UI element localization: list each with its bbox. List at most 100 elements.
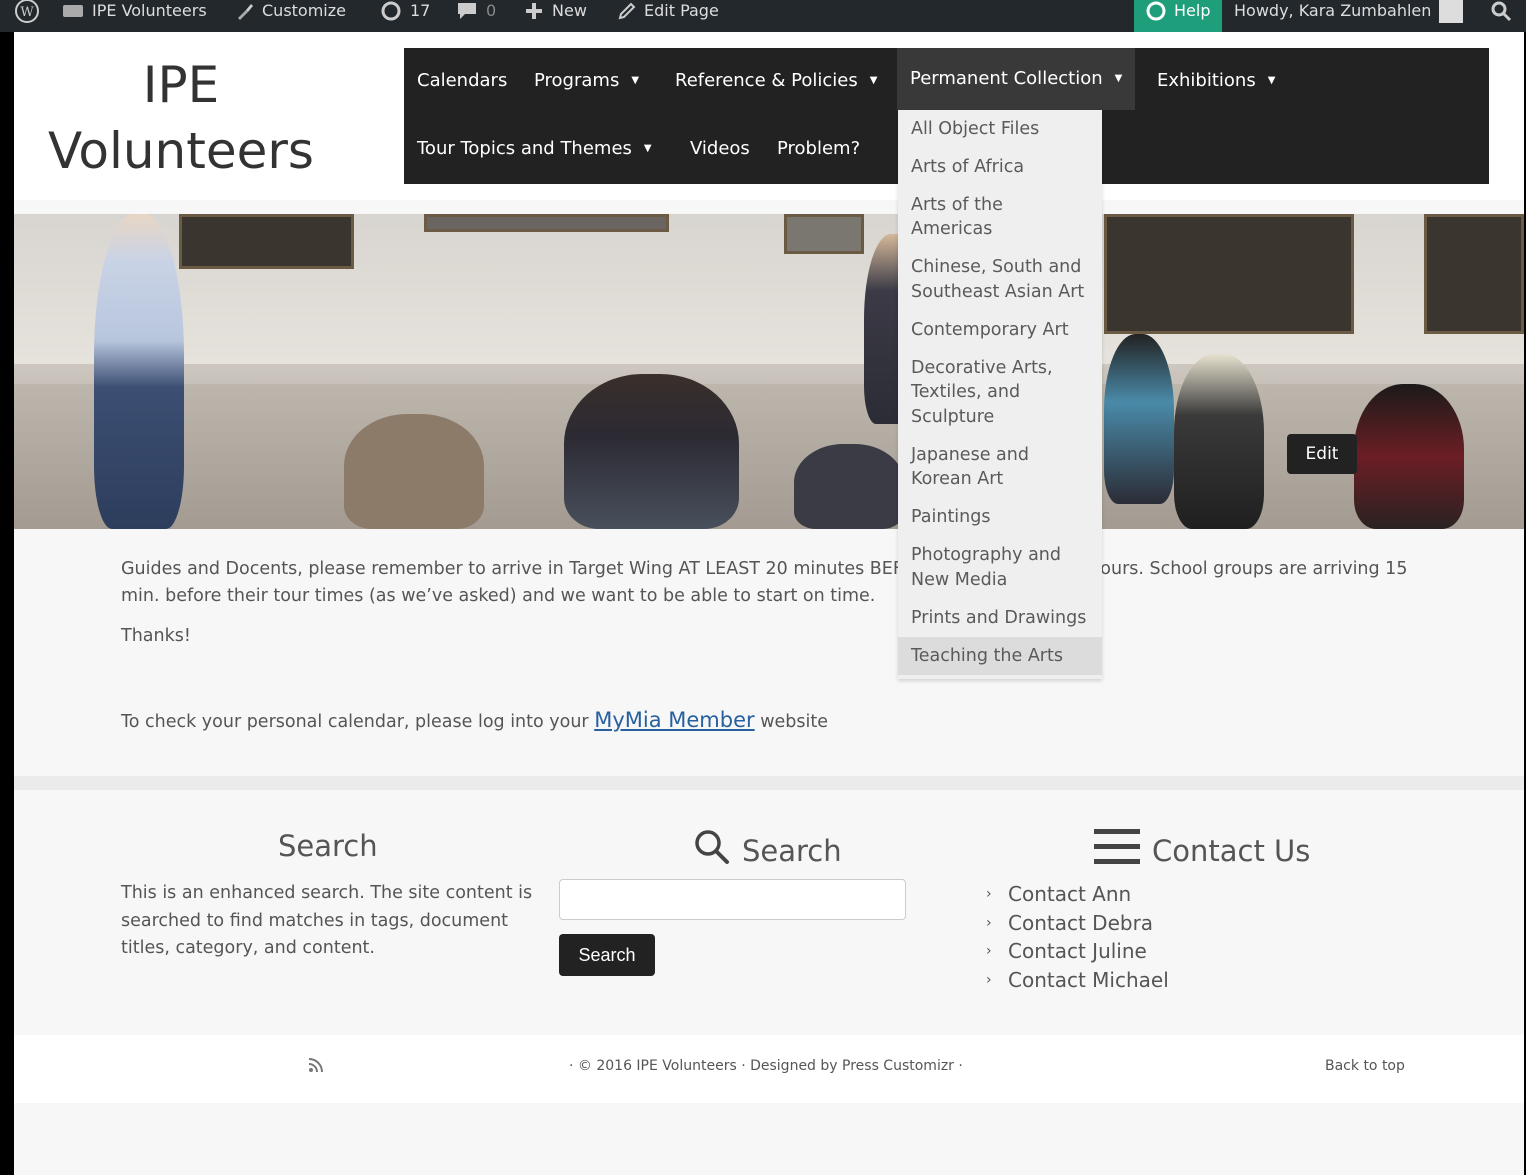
mymia-member-link[interactable]: MyMia Member	[594, 708, 754, 732]
nav-tour-topics-label: Tour Topics and Themes	[417, 138, 632, 159]
footer-credits: · © 2016 IPE Volunteers · Designed by Pr…	[569, 1058, 963, 1074]
dropdown-item-paintings[interactable]: Paintings	[898, 499, 1102, 537]
artwork	[179, 214, 354, 269]
contact-us-title-label: Contact Us	[1152, 833, 1311, 868]
dropdown-item-teaching-the-arts[interactable]: Teaching the Arts	[898, 637, 1102, 675]
pencil-icon	[618, 2, 636, 20]
admin-customize-label: Customize	[262, 1, 346, 20]
search-icon	[694, 829, 730, 872]
colophon: · © 2016 IPE Volunteers · Designed by Pr…	[14, 1035, 1524, 1103]
search-description: This is an enhanced search. The site con…	[121, 883, 533, 958]
contact-us-title: Contact Us	[1094, 829, 1310, 872]
admin-account[interactable]: Howdy, Kara Zumbahlen	[1234, 0, 1464, 32]
seated-visitor	[344, 414, 484, 529]
contact-list: › Contact Ann › Contact Debra › Contact Jul…	[986, 880, 1169, 995]
list-item[interactable]: › Contact Michael	[986, 966, 1169, 995]
page: IPE Volunteers Calendars Programs ▼ Refer…	[14, 32, 1524, 1175]
search-widget-title-label: Search	[742, 833, 842, 868]
contact-link[interactable]: Contact Debra	[1008, 909, 1153, 938]
calendar-prefix: To check your personal calendar, please …	[121, 712, 595, 732]
contact-link[interactable]: Contact Ann	[1008, 880, 1131, 909]
plus-icon	[524, 1, 544, 21]
admin-howdy-label: Howdy, Kara Zumbahlen	[1234, 1, 1432, 20]
caret-down-icon: ▼	[1267, 75, 1276, 86]
menu-icon	[1094, 829, 1140, 872]
admin-comments-count: 0	[486, 1, 497, 20]
dropdown-item-contemporary-art[interactable]: Contemporary Art	[898, 311, 1102, 349]
nav-calendars[interactable]: Calendars	[404, 50, 520, 112]
list-item[interactable]: › Contact Debra	[986, 909, 1169, 938]
edit-image-button[interactable]: Edit	[1287, 434, 1357, 474]
nav-videos[interactable]: Videos	[677, 118, 763, 180]
nav-permanent-collection-label: Permanent Collection	[910, 68, 1103, 89]
site-title[interactable]: IPE Volunteers	[36, 52, 326, 184]
list-item[interactable]: › Contact Ann	[986, 880, 1169, 909]
chevron-right-icon: ›	[986, 943, 992, 960]
main-content: Guides and Docents, please remember to a…	[121, 556, 1411, 736]
comment-icon	[456, 1, 478, 21]
chevron-right-icon: ›	[986, 886, 992, 902]
footer-separator	[14, 776, 1524, 790]
dropdown-item-arts-of-africa[interactable]: Arts of Africa	[898, 148, 1102, 186]
list-item[interactable]: › Contact Juline	[986, 937, 1169, 966]
svg-text:W: W	[20, 5, 34, 20]
contact-link[interactable]: Contact Juline	[1008, 937, 1147, 966]
nav-permanent-collection[interactable]: Permanent Collection ▼	[897, 48, 1136, 110]
nav-reference-policies[interactable]: Reference & Policies ▼	[662, 50, 890, 112]
admin-new[interactable]: New	[524, 0, 587, 32]
help-icon	[1146, 1, 1166, 21]
admin-comments[interactable]: 0	[456, 0, 496, 32]
artwork	[1424, 214, 1524, 334]
nav-exhibitions-label: Exhibitions	[1157, 70, 1256, 91]
nav-problem[interactable]: Problem?	[764, 118, 873, 180]
standing-guide	[94, 214, 184, 529]
dropdown-item-prints-drawings[interactable]: Prints and Drawings	[898, 599, 1102, 637]
contact-link[interactable]: Contact Michael	[1008, 966, 1169, 995]
site-title-line1: IPE	[142, 56, 220, 114]
nav-programs-label: Programs	[534, 70, 620, 91]
admin-search-icon[interactable]	[1490, 0, 1512, 32]
search-widget-title: Search	[694, 829, 842, 872]
nav-exhibitions[interactable]: Exhibitions ▼	[1144, 50, 1288, 112]
nav-videos-label: Videos	[690, 138, 750, 159]
search-input[interactable]	[559, 879, 906, 920]
dropdown-item-all-object-files[interactable]: All Object Files	[898, 110, 1102, 148]
caret-down-icon: ▼	[1114, 73, 1123, 84]
wordpress-logo-icon[interactable]: W	[14, 0, 40, 32]
permanent-collection-dropdown: All Object Files Arts of Africa Arts of …	[898, 110, 1102, 679]
dropdown-item-photography-new-media[interactable]: Photography and New Media	[898, 537, 1102, 600]
admin-edit-page-label: Edit Page	[644, 1, 719, 20]
dropdown-item-chinese-south-southeast-asian-art[interactable]: Chinese, South and Southeast Asian Art	[898, 249, 1102, 312]
nav-programs[interactable]: Programs ▼	[521, 50, 652, 112]
calendar-suffix: website	[754, 712, 828, 732]
admin-bar: W IPE Volunteers Customize 17 0 New Edit…	[0, 0, 1526, 32]
admin-edit-page[interactable]: Edit Page	[618, 0, 719, 32]
artwork	[784, 214, 864, 254]
artwork	[1104, 214, 1354, 334]
dropdown-item-japanese-korean-art[interactable]: Japanese and Korean Art	[898, 436, 1102, 499]
rss-icon[interactable]	[308, 1057, 324, 1077]
dropdown-item-decorative-arts[interactable]: Decorative Arts, Textiles, and Sculpture	[898, 349, 1102, 436]
admin-site-name-label: IPE Volunteers	[92, 1, 207, 20]
admin-updates[interactable]: 17	[380, 0, 430, 32]
brush-icon	[236, 2, 254, 20]
dashboard-icon	[62, 3, 84, 19]
refresh-icon	[380, 0, 402, 22]
seated-visitor	[1174, 354, 1264, 529]
admin-help[interactable]: Help	[1134, 0, 1223, 32]
dropdown-item-arts-of-the-americas[interactable]: Arts of the Americas	[898, 186, 1102, 249]
back-to-top-link[interactable]: Back to top	[1325, 1058, 1405, 1074]
search-button[interactable]: Search	[559, 934, 655, 976]
nav-tour-topics[interactable]: Tour Topics and Themes ▼	[404, 118, 665, 180]
search-info-title: Search	[278, 829, 378, 863]
nav-problem-label: Problem?	[777, 138, 861, 159]
admin-site-name[interactable]: IPE Volunteers	[62, 0, 207, 32]
admin-customize[interactable]: Customize	[236, 0, 346, 32]
seated-visitor	[794, 444, 904, 529]
thanks-text: Thanks!	[121, 626, 191, 646]
notice-text: Guides and Docents, please remember to a…	[121, 559, 1408, 606]
nav-reference-policies-label: Reference & Policies	[675, 70, 858, 91]
admin-new-label: New	[552, 1, 587, 20]
site-title-line2: Volunteers	[48, 122, 314, 180]
calendar-line: To check your personal calendar, please …	[121, 707, 1411, 736]
